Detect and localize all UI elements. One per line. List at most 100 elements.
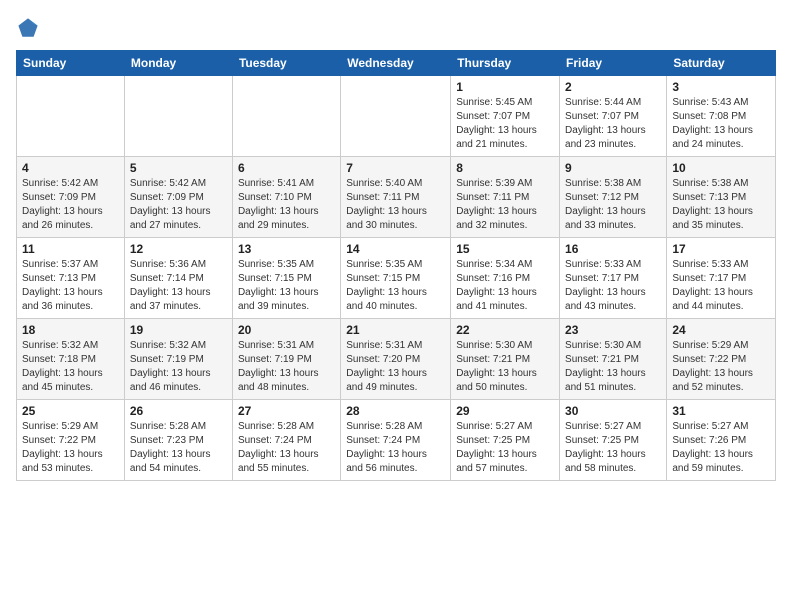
day-number: 28: [346, 404, 445, 418]
weekday-header-thursday: Thursday: [451, 51, 560, 76]
day-info: Sunrise: 5:43 AM Sunset: 7:08 PM Dayligh…: [672, 96, 770, 152]
day-info: Sunrise: 5:34 AM Sunset: 7:16 PM Dayligh…: [456, 258, 554, 314]
day-number: 20: [238, 323, 335, 337]
day-info: Sunrise: 5:31 AM Sunset: 7:19 PM Dayligh…: [238, 339, 335, 395]
day-number: 23: [565, 323, 661, 337]
calendar-cell: 24 Sunrise: 5:29 AM Sunset: 7:22 PM Dayli…: [667, 319, 776, 400]
calendar-cell: 5Sunrise: 5:42 AM Sunset: 7:09 PM Daylig…: [124, 157, 232, 238]
calendar-cell: 30 Sunrise: 5:27 AM Sunset: 7:25 PM Dayli…: [560, 400, 667, 481]
day-info: Sunrise: 5:32 AM Sunset: 7:19 PM Dayligh…: [130, 339, 227, 395]
day-number: 14: [346, 242, 445, 256]
day-info: Sunrise: 5:27 AM Sunset: 7:26 PM Dayligh…: [672, 420, 770, 476]
day-number: 16: [565, 242, 661, 256]
day-info: Sunrise: 5:37 AM Sunset: 7:13 PM Dayligh…: [22, 258, 119, 314]
calendar-cell: 26 Sunrise: 5:28 AM Sunset: 7:23 PM Dayli…: [124, 400, 232, 481]
day-number: 17: [672, 242, 770, 256]
calendar-cell: 1 Sunrise: 5:45 AM Sunset: 7:07 PM Daylig…: [451, 76, 560, 157]
page-header: [16, 16, 776, 40]
day-number: 4: [22, 161, 119, 175]
day-info: Sunrise: 5:32 AM Sunset: 7:18 PM Dayligh…: [22, 339, 119, 395]
calendar-cell: 19 Sunrise: 5:32 AM Sunset: 7:19 PM Dayli…: [124, 319, 232, 400]
calendar-cell: 20 Sunrise: 5:31 AM Sunset: 7:19 PM Dayli…: [232, 319, 340, 400]
calendar-cell: 27 Sunrise: 5:28 AM Sunset: 7:24 PM Dayli…: [232, 400, 340, 481]
calendar-cell: 3 Sunrise: 5:43 AM Sunset: 7:08 PM Daylig…: [667, 76, 776, 157]
day-info: Sunrise: 5:28 AM Sunset: 7:23 PM Dayligh…: [130, 420, 227, 476]
calendar-cell: 9Sunrise: 5:38 AM Sunset: 7:12 PM Daylig…: [560, 157, 667, 238]
day-number: 18: [22, 323, 119, 337]
day-info: Sunrise: 5:35 AM Sunset: 7:15 PM Dayligh…: [346, 258, 445, 314]
calendar-cell: 11 Sunrise: 5:37 AM Sunset: 7:13 PM Dayli…: [17, 238, 125, 319]
day-number: 30: [565, 404, 661, 418]
weekday-header-wednesday: Wednesday: [341, 51, 451, 76]
weekday-header-tuesday: Tuesday: [232, 51, 340, 76]
calendar-cell: 15 Sunrise: 5:34 AM Sunset: 7:16 PM Dayli…: [451, 238, 560, 319]
day-info: Sunrise: 5:27 AM Sunset: 7:25 PM Dayligh…: [565, 420, 661, 476]
day-number: 25: [22, 404, 119, 418]
calendar-week-row: 18 Sunrise: 5:32 AM Sunset: 7:18 PM Dayli…: [17, 319, 776, 400]
day-number: 21: [346, 323, 445, 337]
calendar-cell: 29Sunrise: 5:27 AM Sunset: 7:25 PM Dayli…: [451, 400, 560, 481]
calendar-cell: 25 Sunrise: 5:29 AM Sunset: 7:22 PM Dayli…: [17, 400, 125, 481]
weekday-header-sunday: Sunday: [17, 51, 125, 76]
calendar-cell: 12 Sunrise: 5:36 AM Sunset: 7:14 PM Dayli…: [124, 238, 232, 319]
calendar-cell: 23 Sunrise: 5:30 AM Sunset: 7:21 PM Dayli…: [560, 319, 667, 400]
calendar-week-row: 4 Sunrise: 5:42 AM Sunset: 7:09 PM Daylig…: [17, 157, 776, 238]
calendar-cell: 22 Sunrise: 5:30 AM Sunset: 7:21 PM Dayli…: [451, 319, 560, 400]
day-number: 11: [22, 242, 119, 256]
calendar-cell: 18 Sunrise: 5:32 AM Sunset: 7:18 PM Dayli…: [17, 319, 125, 400]
logo: [16, 16, 44, 40]
logo-icon: [16, 16, 40, 40]
day-info: Sunrise: 5:39 AM Sunset: 7:11 PM Dayligh…: [456, 177, 554, 233]
calendar-cell: 14 Sunrise: 5:35 AM Sunset: 7:15 PM Dayli…: [341, 238, 451, 319]
day-info: Sunrise: 5:33 AM Sunset: 7:17 PM Dayligh…: [565, 258, 661, 314]
day-number: 6: [238, 161, 335, 175]
day-info: Sunrise: 5:36 AM Sunset: 7:14 PM Dayligh…: [130, 258, 227, 314]
day-info: Sunrise: 5:29 AM Sunset: 7:22 PM Dayligh…: [22, 420, 119, 476]
day-info: Sunrise: 5:28 AM Sunset: 7:24 PM Dayligh…: [238, 420, 335, 476]
calendar-cell: 13 Sunrise: 5:35 AM Sunset: 7:15 PM Dayli…: [232, 238, 340, 319]
calendar-week-row: 25 Sunrise: 5:29 AM Sunset: 7:22 PM Dayli…: [17, 400, 776, 481]
weekday-header-monday: Monday: [124, 51, 232, 76]
day-info: Sunrise: 5:45 AM Sunset: 7:07 PM Dayligh…: [456, 96, 554, 152]
calendar-cell: 17 Sunrise: 5:33 AM Sunset: 7:17 PM Dayli…: [667, 238, 776, 319]
day-number: 22: [456, 323, 554, 337]
day-number: 7: [346, 161, 445, 175]
calendar-cell: 7 Sunrise: 5:40 AM Sunset: 7:11 PM Daylig…: [341, 157, 451, 238]
day-info: Sunrise: 5:28 AM Sunset: 7:24 PM Dayligh…: [346, 420, 445, 476]
day-info: Sunrise: 5:42 AM Sunset: 7:09 PM Dayligh…: [130, 177, 227, 233]
calendar-week-row: 1 Sunrise: 5:45 AM Sunset: 7:07 PM Daylig…: [17, 76, 776, 157]
day-info: Sunrise: 5:30 AM Sunset: 7:21 PM Dayligh…: [456, 339, 554, 395]
day-number: 15: [456, 242, 554, 256]
calendar-cell: 16 Sunrise: 5:33 AM Sunset: 7:17 PM Dayli…: [560, 238, 667, 319]
calendar-cell: 31 Sunrise: 5:27 AM Sunset: 7:26 PM Dayli…: [667, 400, 776, 481]
day-number: 27: [238, 404, 335, 418]
day-info: Sunrise: 5:41 AM Sunset: 7:10 PM Dayligh…: [238, 177, 335, 233]
day-number: 19: [130, 323, 227, 337]
calendar-cell: 2Sunrise: 5:44 AM Sunset: 7:07 PM Daylig…: [560, 76, 667, 157]
day-info: Sunrise: 5:38 AM Sunset: 7:12 PM Dayligh…: [565, 177, 661, 233]
calendar-week-row: 11 Sunrise: 5:37 AM Sunset: 7:13 PM Dayli…: [17, 238, 776, 319]
calendar-cell: [341, 76, 451, 157]
weekday-header-row: SundayMondayTuesdayWednesdayThursdayFrid…: [17, 51, 776, 76]
day-info: Sunrise: 5:40 AM Sunset: 7:11 PM Dayligh…: [346, 177, 445, 233]
weekday-header-saturday: Saturday: [667, 51, 776, 76]
day-number: 24: [672, 323, 770, 337]
day-info: Sunrise: 5:29 AM Sunset: 7:22 PM Dayligh…: [672, 339, 770, 395]
day-number: 1: [456, 80, 554, 94]
day-number: 13: [238, 242, 335, 256]
calendar-cell: [124, 76, 232, 157]
calendar-cell: 8Sunrise: 5:39 AM Sunset: 7:11 PM Daylig…: [451, 157, 560, 238]
day-info: Sunrise: 5:44 AM Sunset: 7:07 PM Dayligh…: [565, 96, 661, 152]
calendar-cell: [232, 76, 340, 157]
day-number: 3: [672, 80, 770, 94]
day-info: Sunrise: 5:38 AM Sunset: 7:13 PM Dayligh…: [672, 177, 770, 233]
calendar-cell: 28 Sunrise: 5:28 AM Sunset: 7:24 PM Dayli…: [341, 400, 451, 481]
weekday-header-friday: Friday: [560, 51, 667, 76]
day-info: Sunrise: 5:35 AM Sunset: 7:15 PM Dayligh…: [238, 258, 335, 314]
day-number: 12: [130, 242, 227, 256]
calendar-cell: [17, 76, 125, 157]
day-number: 31: [672, 404, 770, 418]
day-info: Sunrise: 5:30 AM Sunset: 7:21 PM Dayligh…: [565, 339, 661, 395]
day-info: Sunrise: 5:33 AM Sunset: 7:17 PM Dayligh…: [672, 258, 770, 314]
day-number: 26: [130, 404, 227, 418]
